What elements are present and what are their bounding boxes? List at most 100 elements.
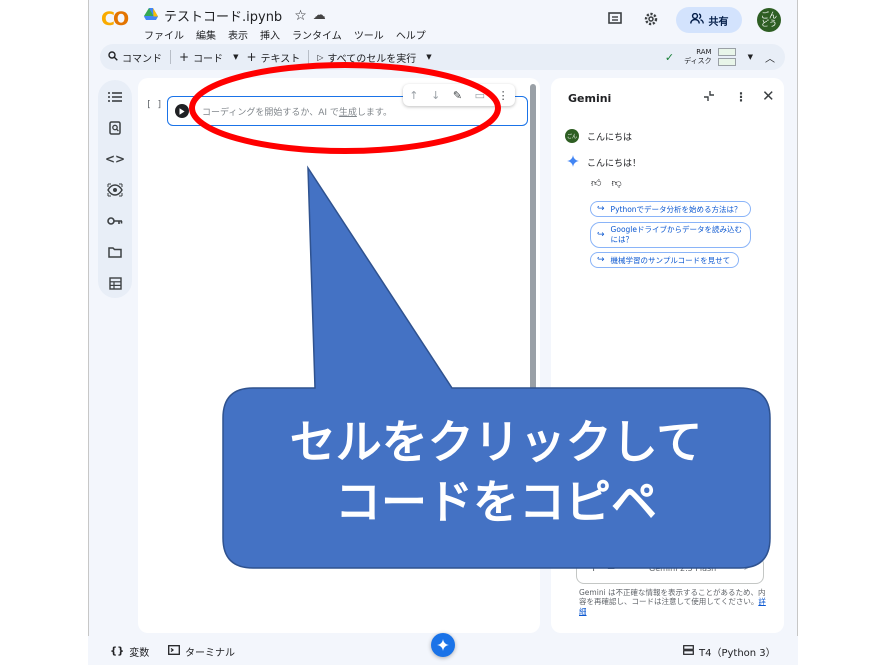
move-down-icon[interactable]: ↓ — [431, 89, 440, 102]
menu-tools[interactable]: ツール — [354, 27, 384, 42]
menu-insert[interactable]: 挿入 — [260, 27, 280, 42]
user-message: ごん こんにちは — [565, 129, 632, 143]
suggestion-text: 機械学習のサンプルコードを見せて — [610, 255, 731, 265]
share-button[interactable]: 共有 — [676, 7, 742, 33]
plus-icon: + — [246, 50, 257, 64]
callout-line-2: コードをコピペ — [335, 475, 657, 529]
add-code-button[interactable]: + コード ▼ — [179, 50, 238, 65]
menu-edit[interactable]: 編集 — [196, 27, 216, 42]
reply-arrow-icon: ↪ — [597, 230, 605, 240]
gemini-fab-button[interactable] — [431, 633, 455, 657]
cell-toolbar: ↑ ↓ ✎ ▭ ⋮ — [403, 84, 515, 106]
caret-down-icon[interactable]: ▼ — [233, 53, 238, 61]
menu-help[interactable]: ヘルプ — [396, 27, 426, 42]
colab-logo[interactable]: CO — [101, 8, 129, 30]
cell-placeholder[interactable]: コーディングを開始するか、AI で生成します。 — [202, 105, 392, 118]
cloud-icon[interactable]: ☁ — [313, 8, 326, 23]
left-sidebar: <> — [98, 80, 132, 298]
key-icon[interactable] — [106, 212, 124, 230]
disk-label: ディスク — [684, 57, 712, 65]
suggestion-chip[interactable]: ↪ 機械学習のサンプルコードを見せて — [590, 252, 740, 268]
star-icon[interactable]: ☆ — [294, 8, 307, 24]
disk-bar — [717, 58, 736, 66]
runtime-label: T4（Python 3） — [699, 648, 776, 659]
magic-wand-icon[interactable]: ✎ — [453, 89, 462, 102]
comment-cell-icon[interactable]: ▭ — [475, 89, 485, 102]
resources-indicator[interactable]: ✓ RAM ディスク — [665, 48, 736, 66]
callout-line-1: セルをクリックして — [289, 415, 703, 469]
variables-button[interactable]: {} 変数 — [110, 644, 149, 659]
notebook-panel — [138, 78, 540, 633]
gemini-prompt-input[interactable]: + ☰ Gemini 2.5 Flash ➤ — [576, 556, 764, 584]
braces-icon: {} — [110, 646, 125, 657]
suggestion-chip[interactable]: ↪ Googleドライブからデータを読み込む には？ — [590, 222, 751, 248]
gemini-title: Gemini — [568, 92, 612, 105]
run-all-label: すべてのセルを実行 — [327, 53, 417, 65]
gemini-reply: こんにちは！ — [567, 155, 641, 170]
title-row: テストコード.ipynb ☆ ☁ — [144, 6, 326, 25]
cell-execution-count: [ ] — [146, 100, 163, 110]
play-icon — [179, 107, 185, 115]
storage-icon — [683, 645, 694, 658]
avatar: ごん — [565, 129, 579, 143]
find-icon[interactable] — [106, 119, 124, 137]
plus-icon: + — [179, 50, 190, 64]
divider — [170, 50, 171, 64]
terminal-label: ターミナル — [185, 648, 235, 659]
secrets-eye-icon[interactable] — [106, 181, 124, 199]
gemini-sparkle-icon — [437, 639, 449, 651]
folder-icon[interactable] — [106, 243, 124, 261]
more-vert-icon[interactable]: ⋮ — [735, 90, 747, 104]
runtime-status[interactable]: T4（Python 3） — [683, 644, 776, 659]
notebook-scrollbar[interactable] — [530, 84, 536, 414]
more-vert-icon[interactable]: ⋮ — [498, 89, 509, 102]
code-snippets-icon[interactable]: <> — [105, 150, 125, 168]
menu-file[interactable]: ファイル — [144, 27, 184, 42]
share-label: 共有 — [708, 16, 729, 28]
thumbs-up-icon[interactable]: 👍︎ — [591, 177, 601, 189]
suggestion-text: Pythonでデータ分析を始める方法は？ — [610, 204, 742, 214]
thumbs-down-icon[interactable]: 👎︎ — [611, 177, 621, 189]
terminal-button[interactable]: ターミナル — [168, 644, 235, 659]
add-text-button[interactable]: + テキスト — [246, 50, 300, 65]
suggestion-chip[interactable]: ↪ Pythonでデータ分析を始める方法は？ — [590, 201, 751, 217]
ram-label: RAM — [696, 48, 712, 56]
account-avatar[interactable]: ごん どう — [757, 8, 781, 32]
close-icon[interactable]: ✕ — [762, 87, 775, 105]
variables-label: 変数 — [129, 648, 150, 659]
run-all-button[interactable]: ▷ すべてのセルを実行 ▼ — [317, 50, 431, 65]
caret-down-icon[interactable]: ▼ — [748, 53, 753, 61]
reply-arrow-icon: ↪ — [597, 204, 605, 214]
generate-link[interactable]: 生成 — [339, 108, 357, 118]
user-message-text: こんにちは — [587, 132, 633, 143]
notebook-toolbar: コマンド + コード ▼ + テキスト ▷ すべてのセルを実行 ▼ ✓ RAM … — [100, 44, 785, 70]
gear-icon[interactable] — [643, 11, 659, 27]
menu-bar: ファイル 編集 表示 挿入 ランタイム ツール ヘルプ — [144, 27, 426, 42]
tune-icon[interactable]: ☰ — [607, 562, 615, 572]
run-cell-button[interactable] — [175, 104, 189, 118]
suggestion-text: Googleドライブからデータを読み込む には？ — [610, 225, 742, 244]
add-code-label: コード — [193, 53, 224, 65]
caret-down-icon[interactable]: ▼ — [426, 53, 431, 61]
table-of-contents-icon[interactable] — [106, 88, 124, 106]
placeholder-text: コーディングを開始するか、AI で — [202, 108, 339, 118]
comment-icon[interactable] — [607, 11, 623, 27]
gemini-sparkle-icon — [567, 155, 579, 170]
chevron-up-icon[interactable]: ︿ — [765, 50, 775, 65]
menu-runtime[interactable]: ランタイム — [292, 27, 342, 42]
people-icon — [689, 12, 704, 27]
send-icon[interactable]: ➤ — [743, 562, 751, 573]
minimize-icon[interactable] — [703, 90, 715, 105]
data-table-icon[interactable] — [106, 274, 124, 292]
menu-view[interactable]: 表示 — [228, 27, 248, 42]
disclaimer-text: Gemini は不正確な情報を表示することがあるため、内容を再確認し、コードは注… — [579, 588, 766, 607]
file-title[interactable]: テストコード.ipynb — [164, 6, 282, 25]
command-button[interactable]: コマンド — [108, 50, 162, 65]
divider — [308, 50, 310, 64]
move-up-icon[interactable]: ↑ — [409, 89, 418, 102]
model-selector[interactable]: Gemini 2.5 Flash — [649, 564, 716, 573]
placeholder-suffix: します。 — [356, 108, 392, 118]
play-icon: ▷ — [317, 52, 324, 62]
reply-arrow-icon: ↪ — [597, 255, 605, 265]
add-icon[interactable]: + — [589, 561, 598, 574]
